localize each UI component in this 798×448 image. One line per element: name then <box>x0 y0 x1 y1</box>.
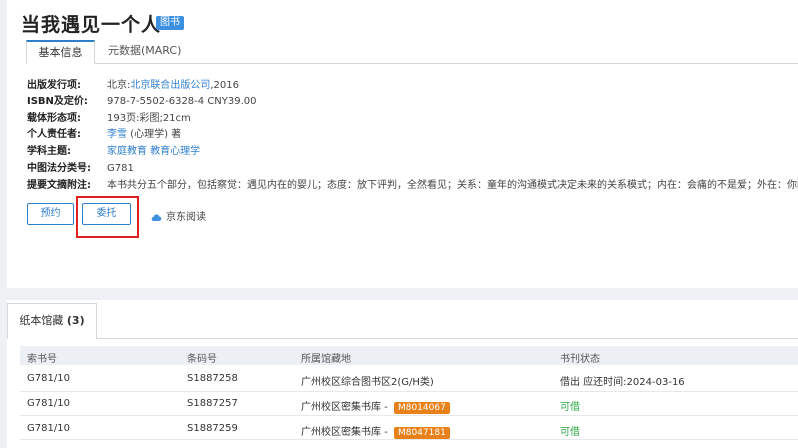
clc-row: 中图法分类号: G781 <box>27 162 134 175</box>
type-badge: 图书 <box>156 16 184 30</box>
shelf-tag: M8047181 <box>393 427 450 439</box>
cloud-icon <box>151 214 162 222</box>
subject-link-2[interactable]: 教育心理学 <box>150 146 200 157</box>
author-row: 个人责任者: 李雪 (心理学) 著 <box>27 128 181 141</box>
barcode-cell: S1887259 <box>187 423 238 434</box>
call-number-cell: G781/10 <box>27 423 70 434</box>
publisher-link[interactable]: 北京联合出版公司 <box>130 80 210 91</box>
status-cell: 借出 应还时间:2024-03-16 <box>560 377 685 388</box>
tab-divider <box>97 338 798 339</box>
author-link[interactable]: 李雪 <box>107 129 127 140</box>
status-cell: 可借 <box>560 427 580 438</box>
abstract-row: 提要文摘附注: 本书共分五个部分，包括察觉：遇见内在的婴儿；态度：放下评判，全然看… <box>27 179 798 192</box>
book-title: 当我遇见一个人 <box>21 14 162 36</box>
isbn-label: ISBN及定价: <box>27 96 88 107</box>
call-number-cell: G781/10 <box>27 398 70 409</box>
location-cell: 广州校区密集书库 - M8047181 <box>301 423 450 439</box>
isbn-row: ISBN及定价: 978-7-5502-6328-4 CNY39.00 <box>27 95 257 108</box>
location-cell: 广州校区密集书库 - M8014067 <box>301 398 450 414</box>
shelf-tag: M8014067 <box>393 402 450 414</box>
physical-row: 载体形态项: 193页:彩图;21cm <box>27 112 191 125</box>
col-location: 所属馆藏地 <box>301 354 351 365</box>
publisher-city: 北京: <box>107 80 131 91</box>
holdings-count: (3) <box>66 314 85 327</box>
row-divider <box>20 391 798 392</box>
col-call-number: 索书号 <box>27 354 57 365</box>
author-suffix: (心理学) 著 <box>127 129 182 140</box>
col-barcode: 条码号 <box>187 354 217 365</box>
physical-label: 载体形态项: <box>27 113 81 124</box>
holdings-table-header <box>20 346 798 365</box>
publisher-label: 出版发行项: <box>27 80 81 91</box>
clc-label: 中图法分类号: <box>27 163 91 174</box>
jd-read-label: 京东阅读 <box>166 212 206 223</box>
barcode-cell: S1887257 <box>187 398 238 409</box>
location-cell: 广州校区综合图书区2(G/H类) <box>301 377 434 388</box>
abstract-label: 提要文摘附注: <box>27 180 91 191</box>
publisher-year: ,2016 <box>210 80 240 91</box>
physical-value: 193页:彩图;21cm <box>107 113 191 124</box>
tab-marc[interactable]: 元数据(MARC) <box>108 40 181 64</box>
row-divider <box>20 415 798 416</box>
author-label: 个人责任者: <box>27 129 81 140</box>
reserve-button[interactable]: 预约 <box>27 203 74 225</box>
jd-read-link[interactable]: 京东阅读 <box>151 208 206 223</box>
subject-row: 学科主题: 家庭教育 教育心理学 <box>27 145 200 158</box>
clc-value: G781 <box>107 163 134 174</box>
status-cell: 可借 <box>560 402 580 413</box>
subject-link-1[interactable]: 家庭教育 <box>107 146 147 157</box>
highlight-box <box>76 196 139 238</box>
holdings-tab-label: 纸本馆藏 <box>19 314 64 327</box>
barcode-cell: S1887258 <box>187 373 238 384</box>
tab-print-holdings[interactable]: 纸本馆藏 (3) <box>7 303 97 339</box>
tab-basic-info[interactable]: 基本信息 <box>26 40 95 64</box>
location-text: 广州校区密集书库 - <box>301 427 391 438</box>
publisher-row: 出版发行项: 北京:北京联合出版公司,2016 <box>27 79 239 92</box>
detail-tabs: 基本信息 元数据(MARC) <box>26 40 798 64</box>
call-number-cell: G781/10 <box>27 373 70 384</box>
col-status: 书刊状态 <box>560 354 600 365</box>
location-text: 广州校区密集书库 - <box>301 402 391 413</box>
row-divider <box>20 439 798 440</box>
abstract-value: 本书共分五个部分，包括察觉：遇见内在的婴儿；态度：放下评判，全然看见；关系：童年… <box>107 180 798 191</box>
subject-label: 学科主题: <box>27 146 71 157</box>
isbn-value: 978-7-5502-6328-4 CNY39.00 <box>107 96 257 107</box>
